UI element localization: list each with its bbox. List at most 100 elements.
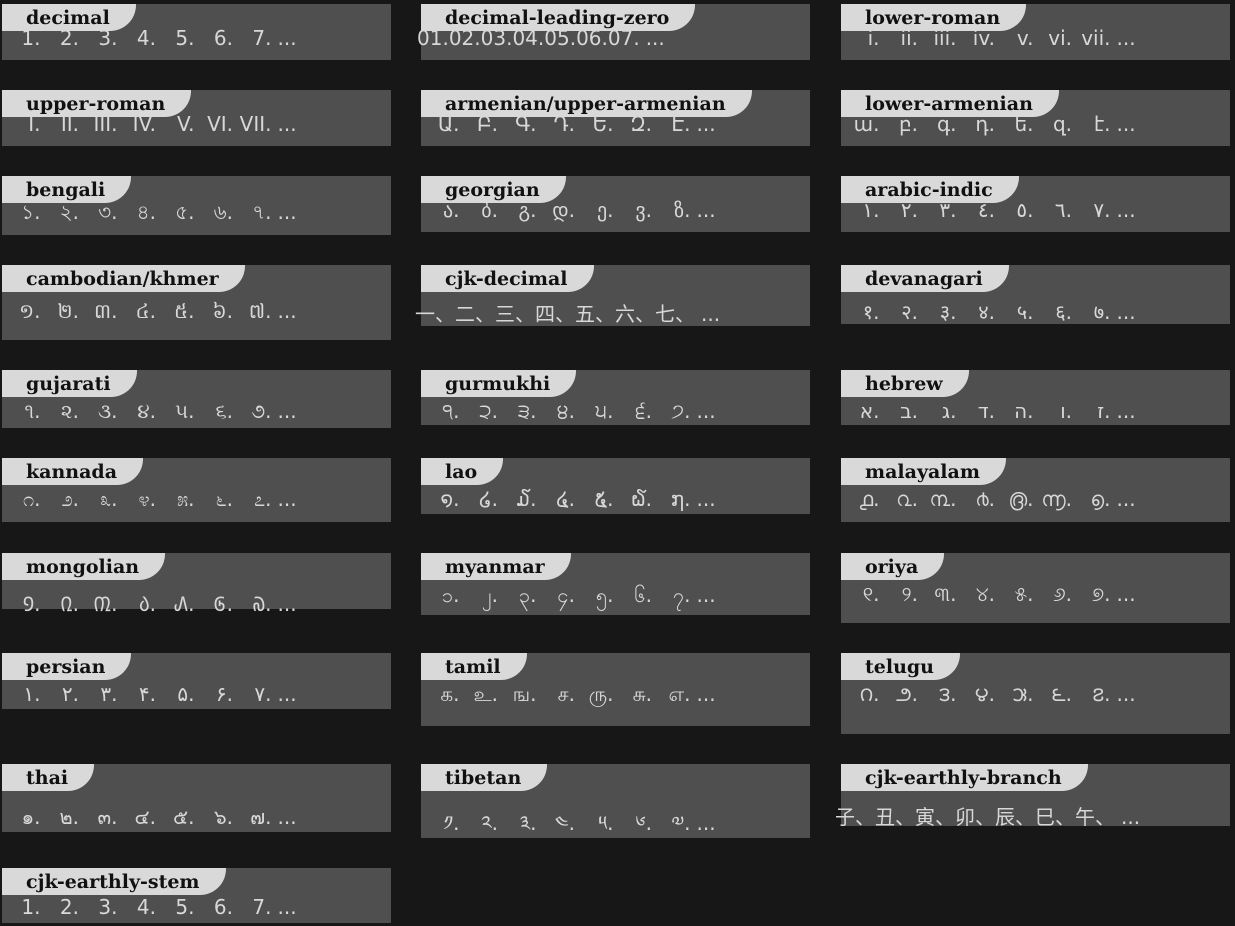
marker-samples: ൧. ൨. ൩. ൪. ൫. ൬. ൭.... [841,487,1230,511]
list-marker: ༥. [598,811,614,835]
list-marker: 午、 [1075,805,1115,829]
list-marker: ൧. [859,487,880,511]
style-card-tamil: tamil க. உ. ங. ச. ரு. சு. எ.... [421,653,810,726]
list-marker: ৭. [252,200,272,224]
list-marker: ४. [978,300,995,324]
list-marker: ๑. [21,805,41,829]
list-marker: ೪. [138,487,156,511]
list-marker: ૭. [251,399,272,423]
style-card-hebrew: hebrew א. ב. ג. ד. ה. ו. ז.... [841,370,1230,425]
list-marker: 二、 [455,302,495,326]
marker-samples: ა. ბ. გ. დ. ე. ვ. ზ.... [421,198,810,222]
ellipsis: ... [277,399,297,423]
list-marker: ၂. [481,583,498,607]
list-marker: ૧. [24,399,41,423]
list-marker: 卯、 [955,805,995,829]
list-marker: Դ. [553,112,575,136]
list-marker: ୬. [1053,582,1072,606]
list-marker: ၇. [672,583,691,607]
list-marker: ե. [1014,112,1034,136]
style-name-label: devanagari [841,265,1009,292]
list-marker: ५. [1016,300,1034,324]
style-name-label: hebrew [841,370,969,397]
marker-samples: ၁. ၂. ၃. ၄. ၅. ၆. ၇.... [421,582,810,612]
style-name-label: oriya [841,553,945,580]
list-marker: 1. [21,895,41,919]
list-marker: ა. [442,198,460,222]
list-marker: ᠔. [138,592,156,616]
list-style-gallery: decimal 1. 2. 3. 4. 5. 6. 7.... decimal-leading-… [0,0,1235,926]
ellipsis: ... [696,112,716,136]
list-marker: ๒. [59,805,79,829]
list-marker: ბ. [481,198,498,222]
list-marker: 子、 [835,805,875,829]
list-marker: V. [177,112,195,136]
list-marker: ๗. [250,805,272,829]
marker-samples: ۱. ۲. ۳. ۴. ۵. ۶. ۷.... [2,682,391,706]
list-marker: ៥. [173,299,195,323]
list-marker: ங. [512,682,537,706]
list-marker: १. [862,300,880,324]
ellipsis: ... [277,487,297,511]
ellipsis: ... [1116,487,1136,511]
list-marker: ໗. [670,487,691,511]
list-marker: ג. [941,399,957,423]
list-marker: 05. [544,26,577,50]
ellipsis: ... [277,112,297,136]
list-marker: iii. [933,26,957,50]
list-marker: IV. [132,112,156,136]
list-marker: ၃. [518,583,537,607]
list-marker: III. [93,112,118,136]
list-marker: 1. [21,26,41,50]
style-card-cjk-earthly-stem: cjk-earthly-stem 1. 2. 3. 4. 5. 6. 7.... [2,868,391,923]
style-name-label: cjk-earthly-stem [2,868,226,895]
ellipsis: ... [277,200,297,224]
list-marker: vi. [1048,26,1072,50]
list-marker: ໒. [478,487,498,511]
list-marker: ౭. [1092,682,1111,706]
list-marker: ᠖. [214,592,233,616]
marker-samples: 1. 2. 3. 4. 5. 6. 7.... [2,895,391,919]
list-marker: ၁. [441,583,460,607]
list-marker: ۴. [138,682,156,706]
ellipsis: ... [1116,26,1136,50]
ellipsis: ... [1116,582,1136,606]
list-marker: ౩. [939,682,957,706]
list-marker: ١. [862,198,880,222]
marker-samples: ໑. ໒. ໓. ໔. ໕. ໖. ໗.... [421,487,810,511]
list-marker: ౪. [974,682,995,706]
list-marker: 06. [576,26,608,50]
list-marker: ൨. [896,487,918,511]
style-card-upper-roman: upper-roman I. II. III. IV. V. VI. VII.... [2,90,391,146]
list-marker: ზ. [674,198,691,222]
marker-samples: க. உ. ங. ச. ரு. சு. எ.... [421,682,810,709]
style-name-label: cjk-decimal [421,265,594,292]
style-card-devanagari: devanagari १. २. ३. ४. ५. ६. ७.... [841,265,1230,324]
list-marker: 07. [607,26,640,50]
marker-samples: ๑. ๒. ๓. ๔. ๕. ๖. ๗.... [2,801,391,833]
marker-samples: ᠑. ᠒. ᠓. ᠔. ᠕. ᠖. ᠗.... [2,582,391,617]
list-marker: ᠕. [173,592,195,616]
list-marker: २. [901,300,918,324]
list-marker: சு. [632,682,652,706]
list-marker: ೫. [176,487,195,511]
list-marker: 7. [252,26,272,50]
list-marker: գ. [936,112,957,136]
list-marker: ៧. [248,299,272,323]
list-marker: ໔. [556,487,575,511]
list-marker: ໖. [631,487,652,511]
list-marker: ੩. [517,399,537,423]
list-marker: 三、 [495,302,535,326]
list-marker: 巳、 [1035,805,1075,829]
list-marker: ୩. [934,582,957,606]
list-marker: ২. [59,200,79,224]
list-marker: 2. [59,895,79,919]
list-marker: ૬. [215,399,233,423]
list-marker: ३. [939,300,957,324]
style-card-persian: persian ۱. ۲. ۳. ۴. ۵. ۶. ۷.... [2,653,391,709]
list-marker: ૫. [175,399,195,423]
list-marker: எ. [668,682,691,706]
list-marker: ᠓. [93,592,118,616]
list-marker: I. [28,112,41,136]
style-name-label: myanmar [421,553,571,580]
